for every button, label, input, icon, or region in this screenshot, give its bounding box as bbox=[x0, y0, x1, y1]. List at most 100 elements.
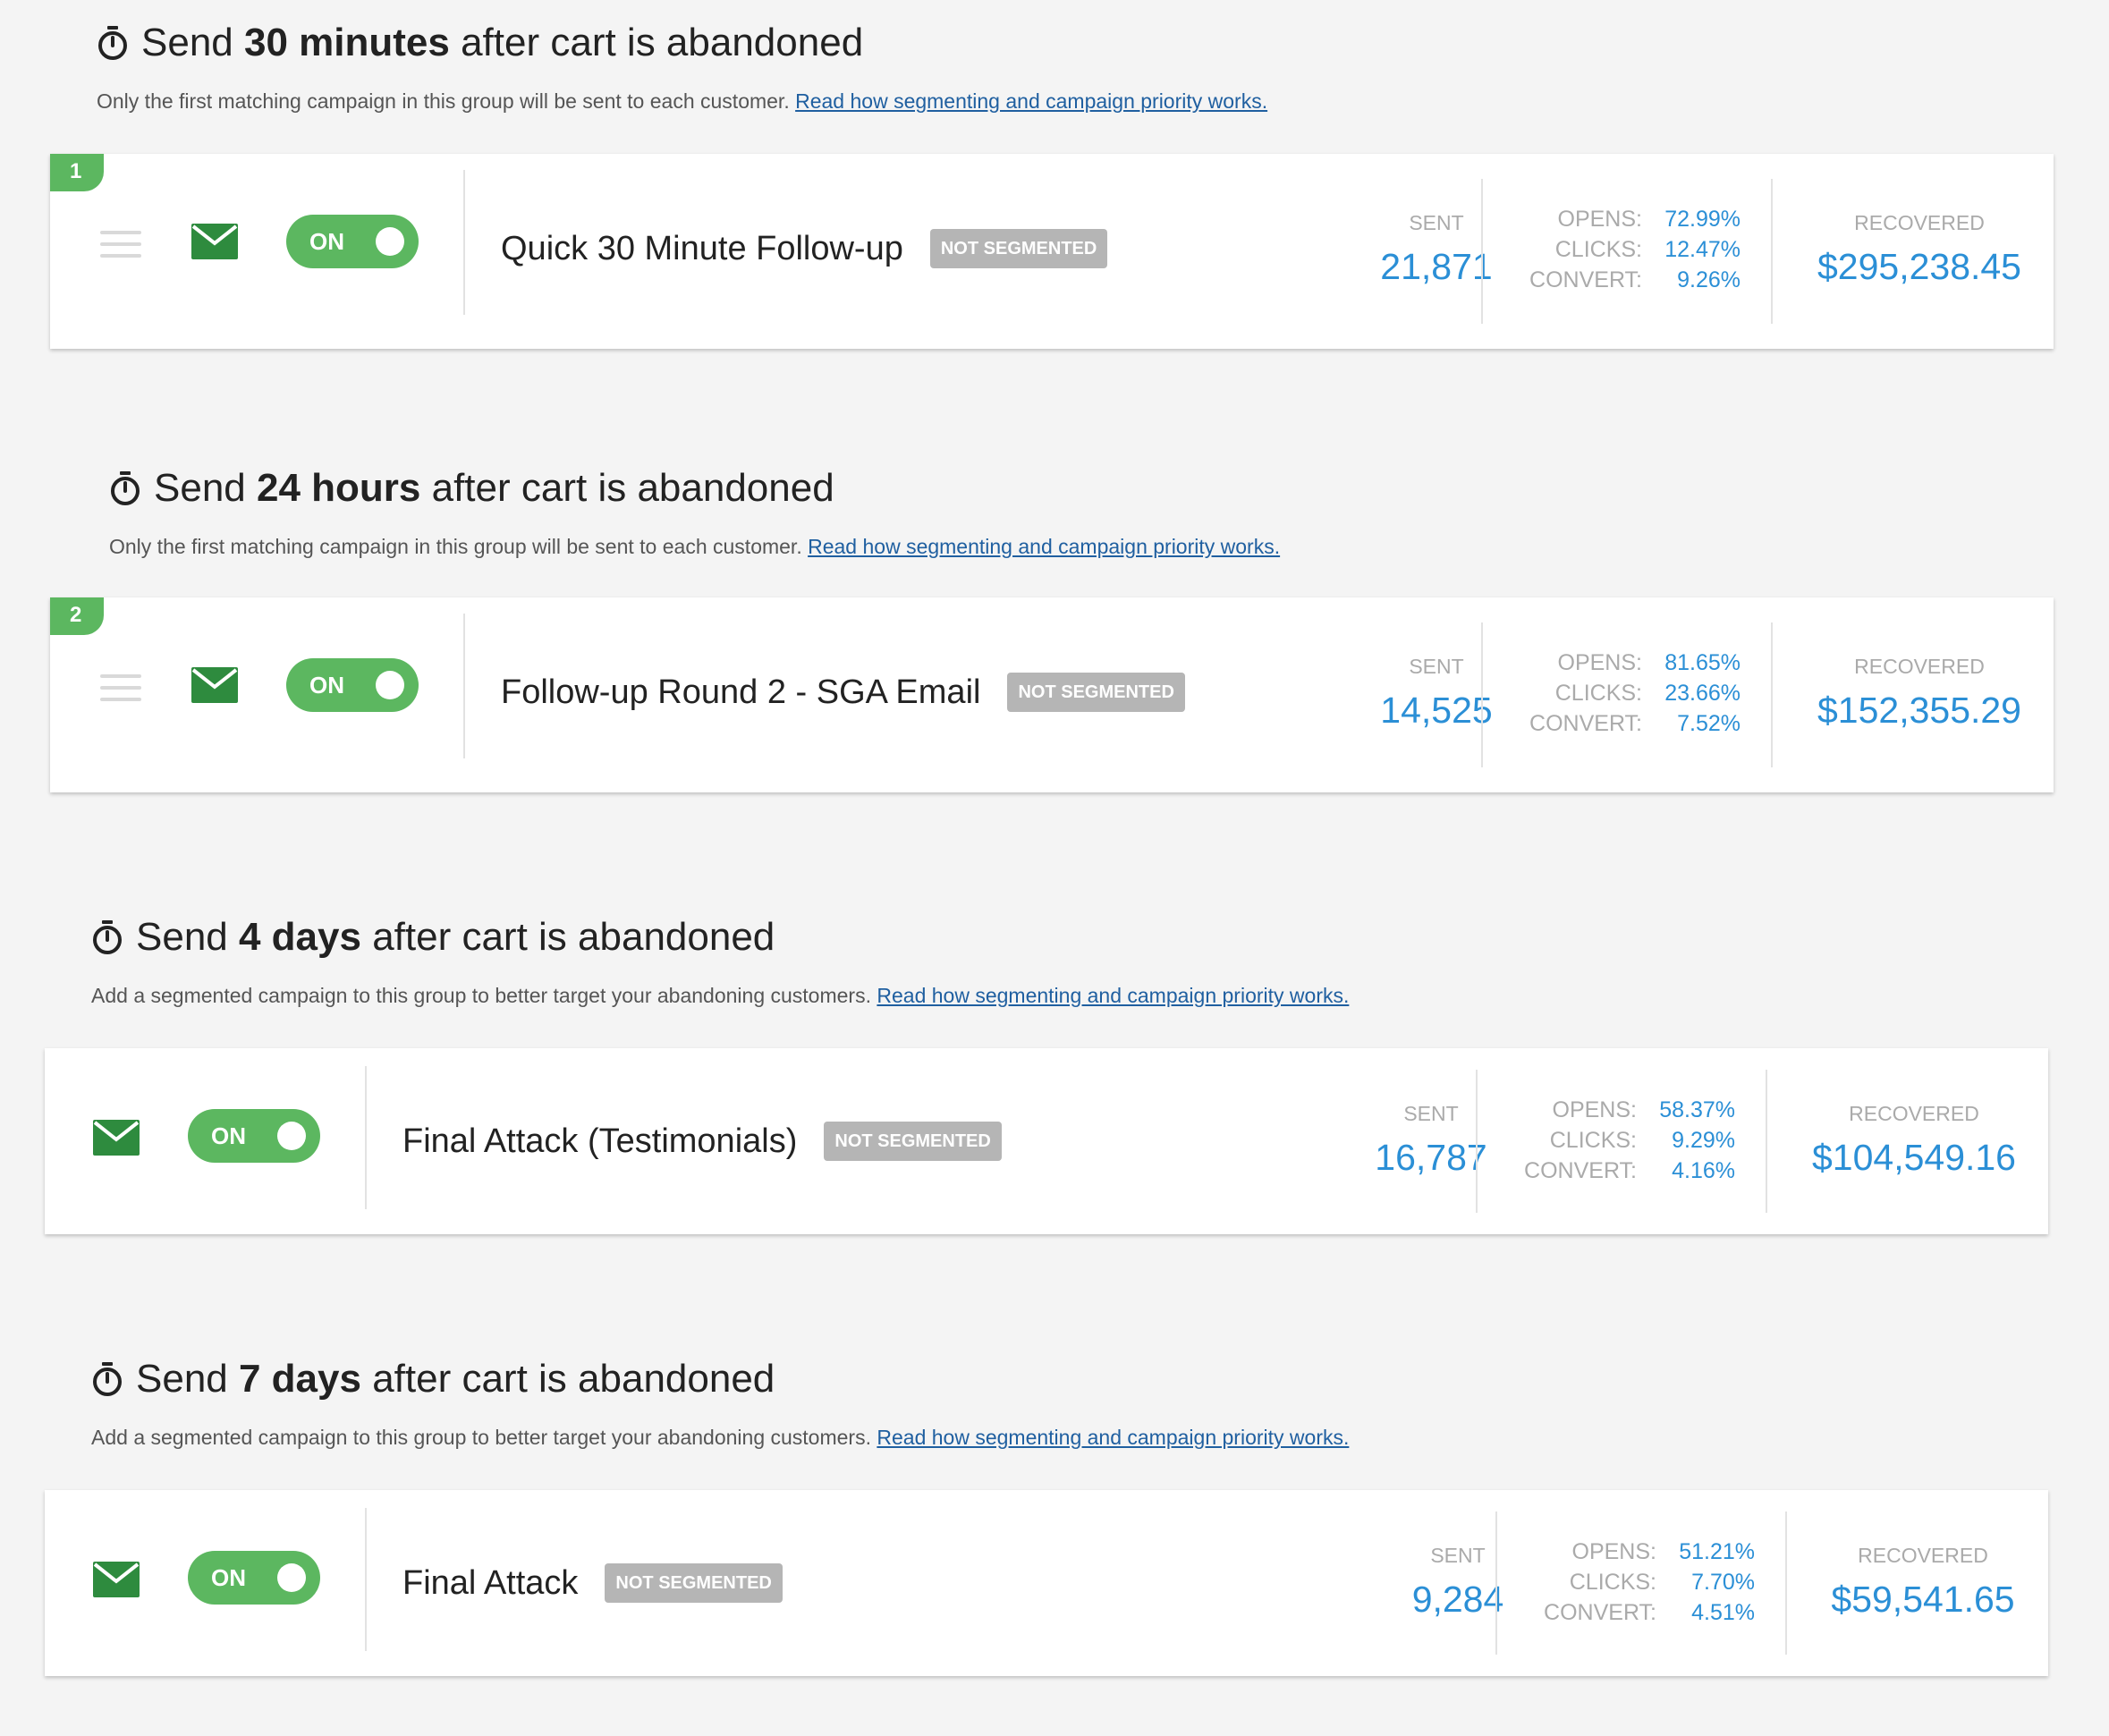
stopwatch-icon bbox=[98, 26, 127, 60]
recovered-stat: RECOVERED $104,549.16 bbox=[1780, 1102, 2048, 1179]
divider bbox=[1481, 622, 1483, 767]
stopwatch-icon bbox=[93, 1362, 122, 1396]
divider bbox=[1766, 1070, 1767, 1213]
drag-handle-icon[interactable] bbox=[100, 674, 141, 701]
group-header: Send 7 days after cart is abandoned bbox=[91, 1352, 775, 1406]
group-subtitle: Only the first matching campaign in this… bbox=[109, 535, 1281, 558]
recovered-label: RECOVERED bbox=[1849, 1102, 1979, 1125]
opens-label: OPENS: bbox=[1557, 650, 1642, 675]
divider bbox=[1771, 622, 1773, 767]
convert-label: CONVERT: bbox=[1524, 1158, 1637, 1183]
campaign-name[interactable]: Final Attack (Testimonials) NOT SEGMENTE… bbox=[402, 1114, 1002, 1168]
toggle-label: ON bbox=[211, 1564, 246, 1591]
envelope-icon bbox=[93, 1562, 140, 1597]
engagement-rates: OPENS: 81.65% CLICKS: 23.66% CONVERT: 7.52% bbox=[1517, 648, 1741, 739]
toggle-label: ON bbox=[309, 228, 344, 255]
campaign-card[interactable]: ON Final Attack (Testimonials) NOT SEGME… bbox=[45, 1048, 2048, 1234]
convert-value: 4.16% bbox=[1672, 1158, 1735, 1183]
priority-help-link[interactable]: Read how segmenting and campaign priorit… bbox=[808, 535, 1280, 558]
group-subtitle: Add a segmented campaign to this group t… bbox=[91, 984, 1350, 1007]
stopwatch-icon bbox=[111, 471, 140, 505]
recovered-stat: RECOVERED $152,355.29 bbox=[1785, 655, 2054, 732]
campaign-name[interactable]: Quick 30 Minute Follow-up NOT SEGMENTED bbox=[501, 222, 1108, 275]
group-title: Send 4 days after cart is abandoned bbox=[136, 915, 775, 959]
clicks-label: CLICKS: bbox=[1554, 237, 1642, 262]
divider bbox=[463, 170, 465, 315]
divider bbox=[365, 1508, 367, 1651]
group-header: Send 30 minutes after cart is abandoned bbox=[97, 16, 863, 70]
toggle-knob bbox=[277, 1122, 306, 1150]
recovered-value: $59,541.65 bbox=[1831, 1579, 2015, 1620]
opens-value: 72.99% bbox=[1664, 207, 1741, 232]
campaign-name[interactable]: Final Attack NOT SEGMENTED bbox=[402, 1556, 783, 1610]
convert-label: CONVERT: bbox=[1529, 711, 1642, 736]
opens-value: 51.21% bbox=[1679, 1539, 1755, 1564]
envelope-icon bbox=[191, 224, 238, 259]
campaign-toggle[interactable]: ON bbox=[286, 215, 419, 268]
recovered-value: $295,238.45 bbox=[1817, 246, 2021, 287]
campaign-card[interactable]: 2 ON Follow-up Round 2 - SGA Email NOT S… bbox=[50, 597, 2054, 792]
envelope-icon bbox=[191, 667, 238, 703]
toggle-knob bbox=[277, 1563, 306, 1592]
engagement-rates: OPENS: 51.21% CLICKS: 7.70% CONVERT: 4.51% bbox=[1531, 1537, 1755, 1628]
group-subtitle: Only the first matching campaign in this… bbox=[97, 89, 1268, 113]
divider bbox=[1771, 179, 1773, 324]
clicks-value: 12.47% bbox=[1664, 237, 1741, 262]
recovered-label: RECOVERED bbox=[1858, 1544, 1988, 1567]
campaign-card[interactable]: ON Final Attack NOT SEGMENTED SENT 9,284… bbox=[45, 1490, 2048, 1676]
toggle-knob bbox=[376, 671, 404, 699]
divider bbox=[1476, 1070, 1478, 1213]
clicks-label: CLICKS: bbox=[1569, 1570, 1656, 1595]
recovered-label: RECOVERED bbox=[1854, 211, 1985, 234]
divider bbox=[1785, 1512, 1787, 1655]
engagement-rates: OPENS: 72.99% CLICKS: 12.47% CONVERT: 9.26% bbox=[1517, 204, 1741, 295]
toggle-label: ON bbox=[211, 1122, 246, 1149]
campaign-toggle[interactable]: ON bbox=[188, 1551, 320, 1605]
campaign-name[interactable]: Follow-up Round 2 - SGA Email NOT SEGMEN… bbox=[501, 665, 1185, 719]
campaign-toggle[interactable]: ON bbox=[286, 658, 419, 712]
stopwatch-icon bbox=[93, 920, 122, 954]
drag-handle-icon[interactable] bbox=[100, 231, 141, 258]
engagement-rates: OPENS: 58.37% CLICKS: 9.29% CONVERT: 4.16% bbox=[1512, 1095, 1735, 1186]
group-title: Send 7 days after cart is abandoned bbox=[136, 1357, 775, 1401]
divider bbox=[463, 614, 465, 758]
convert-value: 7.52% bbox=[1677, 711, 1741, 736]
group-title: Send 30 minutes after cart is abandoned bbox=[141, 21, 864, 64]
priority-help-link[interactable]: Read how segmenting and campaign priorit… bbox=[877, 984, 1349, 1007]
convert-value: 4.51% bbox=[1691, 1600, 1755, 1625]
clicks-value: 9.29% bbox=[1672, 1128, 1735, 1153]
clicks-label: CLICKS: bbox=[1549, 1128, 1637, 1153]
group-subtitle: Add a segmented campaign to this group t… bbox=[91, 1426, 1350, 1449]
recovered-value: $104,549.16 bbox=[1811, 1137, 2016, 1178]
recovered-label: RECOVERED bbox=[1854, 655, 1985, 678]
toggle-label: ON bbox=[309, 672, 344, 699]
group-header: Send 4 days after cart is abandoned bbox=[91, 910, 775, 964]
opens-label: OPENS: bbox=[1571, 1539, 1656, 1564]
divider bbox=[1495, 1512, 1497, 1655]
convert-label: CONVERT: bbox=[1529, 267, 1642, 292]
campaign-card[interactable]: 1 ON Quick 30 Minute Follow-up NOT SEGME… bbox=[50, 154, 2054, 349]
opens-label: OPENS: bbox=[1552, 1097, 1637, 1122]
opens-label: OPENS: bbox=[1557, 207, 1642, 232]
priority-help-link[interactable]: Read how segmenting and campaign priorit… bbox=[877, 1426, 1349, 1449]
toggle-knob bbox=[376, 227, 404, 256]
recovered-value: $152,355.29 bbox=[1817, 690, 2021, 731]
recovered-stat: RECOVERED $295,238.45 bbox=[1785, 211, 2054, 288]
divider bbox=[1481, 179, 1483, 324]
segment-badge: NOT SEGMENTED bbox=[605, 1563, 783, 1603]
convert-label: CONVERT: bbox=[1544, 1600, 1656, 1625]
clicks-label: CLICKS: bbox=[1554, 681, 1642, 706]
divider bbox=[365, 1066, 367, 1209]
recovered-stat: RECOVERED $59,541.65 bbox=[1798, 1544, 2048, 1621]
segment-badge: NOT SEGMENTED bbox=[824, 1122, 1002, 1161]
priority-help-link[interactable]: Read how segmenting and campaign priorit… bbox=[795, 89, 1267, 113]
segment-badge: NOT SEGMENTED bbox=[929, 229, 1108, 268]
priority-badge: 2 bbox=[50, 597, 104, 635]
group-header: Send 24 hours after cart is abandoned bbox=[109, 462, 834, 515]
segment-badge: NOT SEGMENTED bbox=[1007, 673, 1185, 712]
clicks-value: 7.70% bbox=[1691, 1570, 1755, 1595]
convert-value: 9.26% bbox=[1677, 267, 1741, 292]
envelope-icon bbox=[93, 1120, 140, 1156]
campaign-toggle[interactable]: ON bbox=[188, 1109, 320, 1163]
clicks-value: 23.66% bbox=[1664, 681, 1741, 706]
